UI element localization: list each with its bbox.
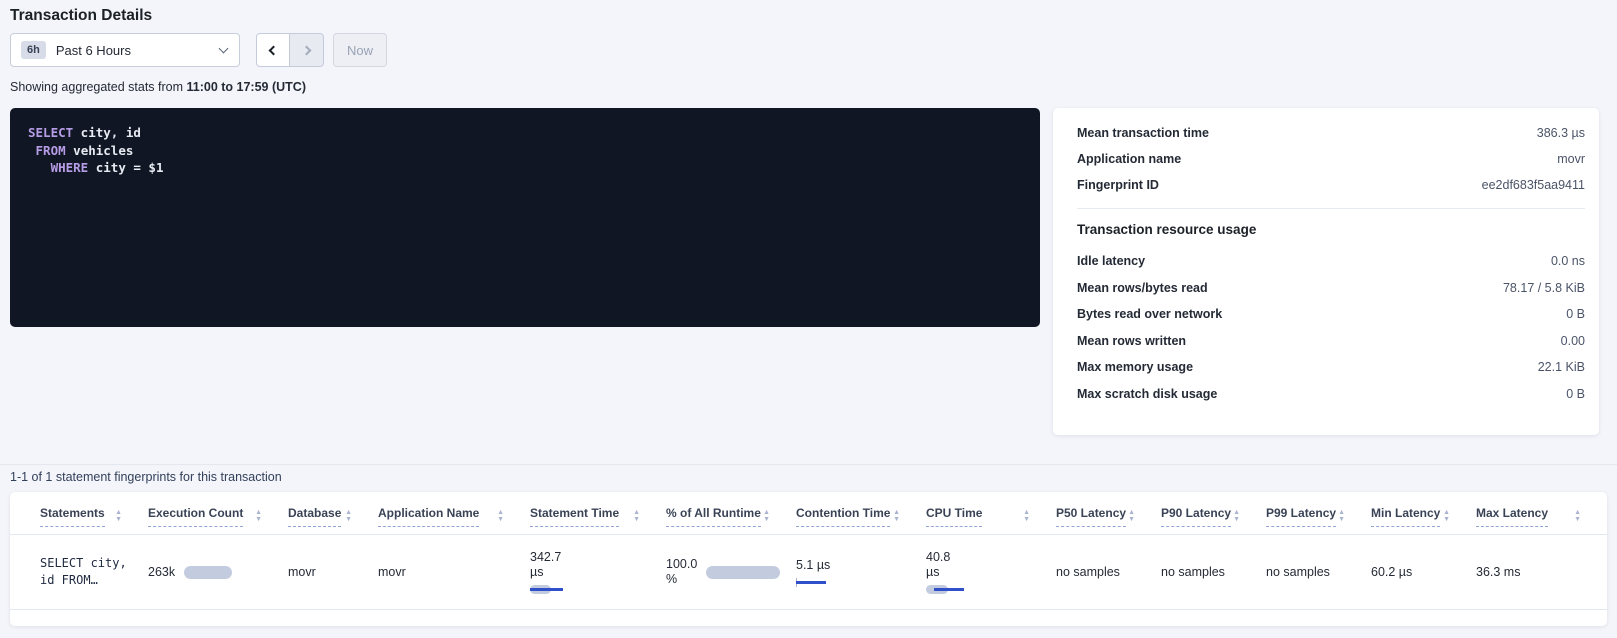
time-controls: 6h Past 6 Hours Now bbox=[10, 33, 1607, 67]
column-header-p90-latency[interactable]: P90 Latency▲▼ bbox=[1161, 492, 1266, 535]
execution-count-bar bbox=[184, 566, 232, 579]
cell-contention-time: 5.1 µs bbox=[796, 535, 926, 610]
cell-cpu-time: 40.8 µs bbox=[926, 535, 1056, 610]
column-header-statements[interactable]: Statements▲▼ bbox=[10, 492, 148, 535]
cell-min-latency: 60.2 µs bbox=[1371, 535, 1476, 610]
time-range-label: Past 6 Hours bbox=[56, 43, 220, 58]
cell-statement: SELECT city,id FROM… bbox=[10, 535, 148, 610]
sort-icon: ▲▼ bbox=[1128, 510, 1135, 527]
sort-icon: ▲▼ bbox=[115, 510, 122, 527]
statement-time-bar bbox=[530, 585, 666, 594]
cell-database: movr bbox=[288, 535, 378, 610]
time-range-picker[interactable]: 6h Past 6 Hours bbox=[10, 33, 240, 67]
caption-time-range: 11:00 to 17:59 (UTC) bbox=[187, 80, 306, 94]
sql-statement-box: SELECT city, id FROM vehicles WHERE city… bbox=[10, 108, 1040, 327]
sort-icon: ▲▼ bbox=[497, 510, 504, 527]
chevron-right-icon bbox=[302, 45, 312, 55]
section-divider bbox=[0, 464, 1617, 465]
cell-execution-count: 263k bbox=[148, 535, 288, 610]
summary-row-application-name: Application name movr bbox=[1077, 146, 1585, 172]
column-header-p50-latency[interactable]: P50 Latency▲▼ bbox=[1056, 492, 1161, 535]
prev-time-button[interactable] bbox=[256, 33, 290, 67]
sort-icon: ▲▼ bbox=[893, 510, 900, 527]
column-header-statement-time[interactable]: Statement Time▲▼ bbox=[530, 492, 666, 535]
resource-row-max-scratch-disk-usage: Max scratch disk usage 0 B bbox=[1077, 381, 1585, 408]
summary-row-fingerprint-id: Fingerprint ID ee2df683f5aa9411 bbox=[1077, 172, 1585, 198]
sort-icon: ▲▼ bbox=[345, 510, 352, 527]
chevron-left-icon bbox=[268, 45, 278, 55]
sql-line: FROM vehicles bbox=[28, 142, 1022, 160]
now-button[interactable]: Now bbox=[333, 33, 387, 67]
transaction-details-page: Transaction Details 6h Past 6 Hours Now … bbox=[0, 0, 1617, 626]
cpu-time-bar bbox=[926, 585, 1056, 594]
runtime-bar bbox=[706, 566, 780, 579]
cell-percent-of-all-runtime: 100.0 % bbox=[666, 535, 796, 610]
statement-link[interactable]: SELECT city,id FROM… bbox=[40, 555, 148, 589]
summary-row-mean-transaction-time: Mean transaction time 386.3 µs bbox=[1077, 120, 1585, 146]
cell-p50-latency: no samples bbox=[1056, 535, 1161, 610]
cell-p99-latency: no samples bbox=[1266, 535, 1371, 610]
resource-usage-title: Transaction resource usage bbox=[1077, 221, 1585, 239]
main-row: SELECT city, id FROM vehicles WHERE city… bbox=[10, 108, 1607, 435]
next-time-button[interactable] bbox=[290, 33, 324, 67]
page-title: Transaction Details bbox=[10, 6, 1607, 26]
table-header-row: Statements▲▼ Execution Count▲▼ Database▲… bbox=[10, 492, 1607, 535]
column-header-database[interactable]: Database▲▼ bbox=[288, 492, 378, 535]
sort-icon: ▲▼ bbox=[1443, 510, 1450, 527]
cell-p90-latency: no samples bbox=[1161, 535, 1266, 610]
chevron-down-icon bbox=[219, 44, 229, 54]
cell-max-latency: 36.3 ms bbox=[1476, 535, 1607, 610]
column-header-application-name[interactable]: Application Name▲▼ bbox=[378, 492, 530, 535]
time-range-badge: 6h bbox=[21, 41, 46, 59]
column-header-cpu-time[interactable]: CPU Time▲▼ bbox=[926, 492, 1056, 535]
resource-row-bytes-read-over-network: Bytes read over network 0 B bbox=[1077, 301, 1585, 328]
statements-count-caption: 1-1 of 1 statement fingerprints for this… bbox=[10, 470, 1607, 485]
aggregated-stats-caption: Showing aggregated stats from 11:00 to 1… bbox=[10, 80, 1607, 95]
column-header-min-latency[interactable]: Min Latency▲▼ bbox=[1371, 492, 1476, 535]
sort-icon: ▲▼ bbox=[633, 510, 640, 527]
sql-line: WHERE city = $1 bbox=[28, 159, 1022, 177]
caption-prefix: Showing aggregated stats from bbox=[10, 80, 187, 94]
transaction-summary-card: Mean transaction time 386.3 µs Applicati… bbox=[1053, 108, 1599, 435]
sort-icon: ▲▼ bbox=[1023, 510, 1030, 527]
resource-row-max-memory-usage: Max memory usage 22.1 KiB bbox=[1077, 354, 1585, 381]
column-header-max-latency[interactable]: Max Latency▲▼ bbox=[1476, 492, 1607, 535]
statements-table-card: Statements▲▼ Execution Count▲▼ Database▲… bbox=[10, 492, 1607, 626]
statements-table: Statements▲▼ Execution Count▲▼ Database▲… bbox=[10, 492, 1607, 610]
resource-row-mean-rows-bytes-read: Mean rows/bytes read 78.17 / 5.8 KiB bbox=[1077, 275, 1585, 302]
cell-application-name: movr bbox=[378, 535, 530, 610]
sort-icon: ▲▼ bbox=[763, 510, 770, 527]
sort-icon: ▲▼ bbox=[1233, 510, 1240, 527]
column-header-p99-latency[interactable]: P99 Latency▲▼ bbox=[1266, 492, 1371, 535]
column-header-execution-count[interactable]: Execution Count▲▼ bbox=[148, 492, 288, 535]
sort-icon: ▲▼ bbox=[1338, 510, 1345, 527]
column-header-contention-time[interactable]: Contention Time▲▼ bbox=[796, 492, 926, 535]
summary-divider bbox=[1077, 208, 1585, 209]
cell-statement-time: 342.7 µs bbox=[530, 535, 666, 610]
contention-time-bar bbox=[796, 578, 926, 587]
statement-row: SELECT city,id FROM… 263k movr movr 342.… bbox=[10, 535, 1607, 610]
resource-row-mean-rows-written: Mean rows written 0.00 bbox=[1077, 328, 1585, 355]
sort-icon: ▲▼ bbox=[255, 510, 262, 527]
column-header-percent-of-all-runtime[interactable]: % of All Runtime▲▼ bbox=[666, 492, 796, 535]
sort-icon: ▲▼ bbox=[1574, 510, 1581, 527]
time-nav-group bbox=[256, 33, 324, 67]
resource-row-idle-latency: Idle latency 0.0 ns bbox=[1077, 248, 1585, 275]
sql-line: SELECT city, id bbox=[28, 124, 1022, 142]
